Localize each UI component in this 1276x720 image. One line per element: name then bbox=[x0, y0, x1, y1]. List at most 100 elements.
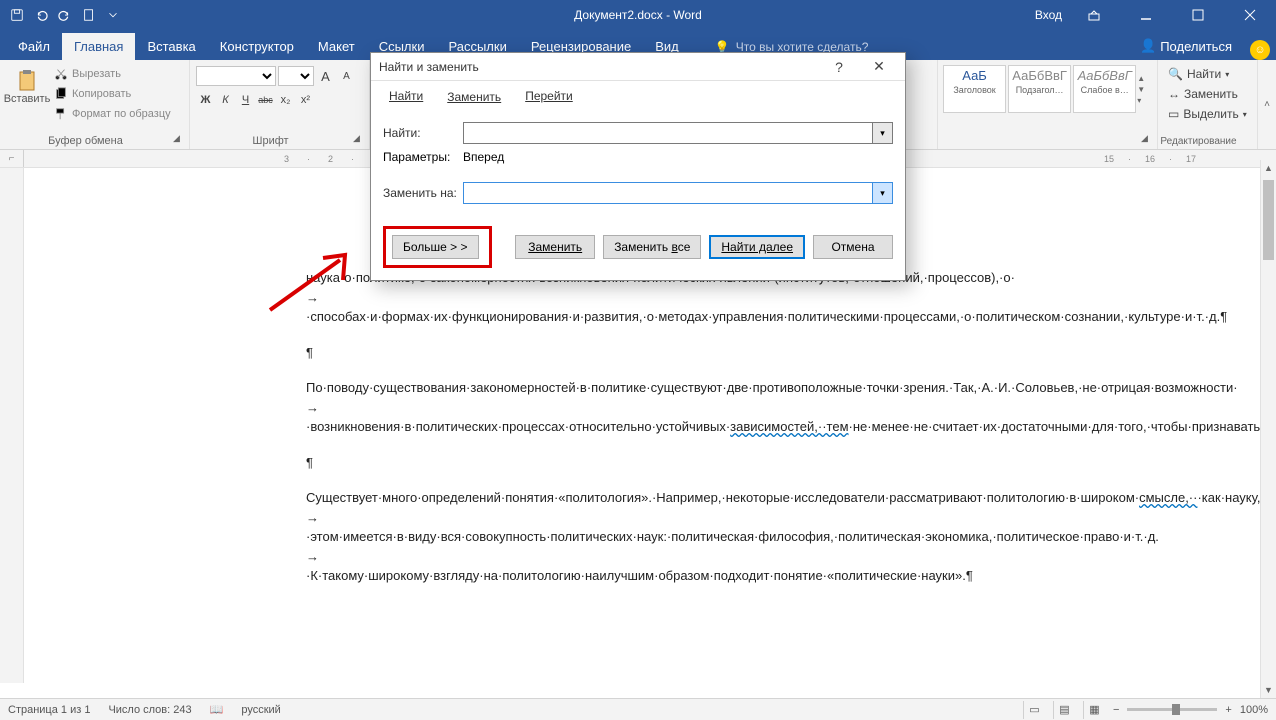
word-count[interactable]: Число слов: 243 bbox=[108, 704, 191, 716]
style-subtle[interactable]: АаБбВвГСлабое в… bbox=[1073, 65, 1136, 113]
replace-dropdown-icon[interactable]: ▾ bbox=[873, 182, 893, 204]
shrink-font-button[interactable]: A bbox=[337, 66, 356, 86]
find-icon: 🔍 bbox=[1168, 67, 1183, 81]
editing-group: 🔍Найти▾ ↔Заменить ▭Выделить▾ Редактирова… bbox=[1158, 60, 1258, 149]
subscript-button[interactable]: x₂ bbox=[276, 90, 295, 110]
signin-link[interactable]: Вход bbox=[1035, 8, 1062, 22]
quick-access-toolbar bbox=[0, 4, 130, 26]
paragraph: По·поводу·существования·закономерностей·… bbox=[306, 378, 954, 437]
statusbar: Страница 1 из 1 Число слов: 243 📖 русски… bbox=[0, 698, 1276, 720]
tab-insert[interactable]: Вставка bbox=[135, 33, 207, 60]
font-group: A A Ж К Ч abc x₂ x² Шрифт ◢ bbox=[190, 60, 370, 149]
select-button[interactable]: ▭Выделить▾ bbox=[1164, 104, 1251, 124]
minimize-icon[interactable] bbox=[1126, 0, 1166, 30]
replace-label: Заменить на: bbox=[383, 186, 463, 200]
more-button-highlight: Больше > > bbox=[383, 226, 492, 268]
style-subtitle[interactable]: АаБбВвГПодзагол… bbox=[1008, 65, 1071, 113]
superscript-button[interactable]: x² bbox=[296, 90, 315, 110]
styles-group-expand-icon[interactable]: ◢ bbox=[1141, 133, 1153, 145]
scroll-thumb[interactable] bbox=[1263, 180, 1274, 260]
tab-layout[interactable]: Макет bbox=[306, 33, 367, 60]
zoom-slider[interactable] bbox=[1127, 708, 1217, 711]
find-next-button[interactable]: Найти далее bbox=[709, 235, 805, 259]
paragraph: Существует·много·определений·понятия·«по… bbox=[306, 488, 954, 586]
styles-up-icon[interactable]: ▲ bbox=[1137, 74, 1153, 83]
bold-button[interactable]: Ж bbox=[196, 90, 215, 110]
dialog-tab-find[interactable]: Найти bbox=[379, 85, 433, 108]
replace-all-button[interactable]: Заменить все bbox=[603, 235, 701, 259]
dialog-close-icon[interactable]: ✕ bbox=[861, 54, 897, 80]
undo-icon[interactable] bbox=[30, 4, 52, 26]
redo-icon[interactable] bbox=[54, 4, 76, 26]
find-input[interactable] bbox=[463, 122, 873, 144]
dialog-titlebar[interactable]: Найти и заменить ? ✕ bbox=[371, 53, 905, 81]
ruler-corner: ⌐ bbox=[0, 150, 24, 168]
vertical-ruler[interactable] bbox=[0, 168, 24, 683]
dialog-title-text: Найти и заменить bbox=[379, 60, 479, 74]
share-icon: 👤 bbox=[1140, 38, 1156, 54]
zoom-out-icon[interactable]: − bbox=[1113, 704, 1119, 716]
replace-input[interactable] bbox=[463, 182, 873, 204]
styles-down-icon[interactable]: ▼ bbox=[1137, 85, 1153, 94]
feedback-smiley-icon[interactable]: ☺ bbox=[1250, 40, 1270, 60]
paragraph: ¶ bbox=[306, 453, 954, 473]
font-name-dropdown[interactable] bbox=[196, 66, 276, 86]
params-label: Параметры: bbox=[383, 150, 463, 164]
font-size-dropdown[interactable] bbox=[278, 66, 314, 86]
tab-design[interactable]: Конструктор bbox=[208, 33, 306, 60]
style-heading[interactable]: АаБЗаголовок bbox=[943, 65, 1006, 113]
more-button[interactable]: Больше > > bbox=[392, 235, 479, 259]
find-dropdown-icon[interactable]: ▾ bbox=[873, 122, 893, 144]
editing-group-label: Редактирование bbox=[1158, 136, 1239, 147]
paste-button[interactable]: Вставить bbox=[6, 64, 48, 145]
format-painter-button[interactable]: Формат по образцу bbox=[50, 106, 175, 122]
find-replace-dialog: Найти и заменить ? ✕ Найти Заменить Пере… bbox=[370, 52, 906, 281]
dialog-tab-goto[interactable]: Перейти bbox=[515, 85, 583, 108]
dialog-help-icon[interactable]: ? bbox=[821, 54, 857, 80]
scroll-up-icon[interactable]: ▲ bbox=[1261, 160, 1276, 176]
save-icon[interactable] bbox=[6, 4, 28, 26]
collapse-ribbon-icon[interactable]: ˄ bbox=[1258, 60, 1276, 149]
copy-button[interactable]: Копировать bbox=[50, 86, 175, 102]
cancel-button[interactable]: Отмена bbox=[813, 235, 893, 259]
params-value: Вперед bbox=[463, 150, 504, 164]
font-expand-icon[interactable]: ◢ bbox=[353, 133, 365, 145]
new-doc-icon[interactable] bbox=[78, 4, 100, 26]
zoom-in-icon[interactable]: + bbox=[1225, 704, 1231, 716]
find-button[interactable]: 🔍Найти▾ bbox=[1164, 64, 1251, 84]
replace-one-button[interactable]: Заменить bbox=[515, 235, 595, 259]
styles-group: АаБЗаголовок АаБбВвГПодзагол… АаБбВвГСла… bbox=[938, 60, 1158, 149]
select-icon: ▭ bbox=[1168, 107, 1179, 121]
maximize-icon[interactable] bbox=[1178, 0, 1218, 30]
replace-icon: ↔ bbox=[1168, 87, 1180, 101]
close-icon[interactable] bbox=[1230, 0, 1270, 30]
ribbon-options-icon[interactable] bbox=[1074, 0, 1114, 30]
clipboard-expand-icon[interactable]: ◢ bbox=[173, 133, 185, 145]
underline-button[interactable]: Ч bbox=[236, 90, 255, 110]
dialog-tab-replace[interactable]: Заменить bbox=[437, 86, 511, 109]
replace-button[interactable]: ↔Заменить bbox=[1164, 84, 1251, 104]
document-title: Документ2.docx - Word bbox=[574, 8, 702, 22]
qat-dropdown-icon[interactable] bbox=[102, 4, 124, 26]
zoom-level[interactable]: 100% bbox=[1240, 704, 1268, 716]
web-layout-icon[interactable]: ▦ bbox=[1083, 701, 1105, 719]
share-button[interactable]: 👤 Поделиться bbox=[1130, 32, 1242, 60]
language-indicator[interactable]: русский bbox=[241, 704, 280, 716]
clipboard-group-label: Буфер обмена bbox=[0, 135, 171, 147]
titlebar: Документ2.docx - Word Вход bbox=[0, 0, 1276, 30]
styles-expand-icon[interactable]: ▾ bbox=[1137, 96, 1153, 105]
scroll-down-icon[interactable]: ▼ bbox=[1261, 682, 1276, 698]
print-layout-icon[interactable]: ▤ bbox=[1053, 701, 1075, 719]
font-group-label: Шрифт bbox=[190, 135, 351, 147]
grow-font-button[interactable]: A bbox=[316, 66, 335, 86]
page-indicator[interactable]: Страница 1 из 1 bbox=[8, 704, 90, 716]
proofing-icon[interactable]: 📖 bbox=[210, 703, 224, 716]
read-mode-icon[interactable]: ▭ bbox=[1023, 701, 1045, 719]
clipboard-group: Вставить Вырезать Копировать Формат по о… bbox=[0, 60, 190, 149]
vertical-scrollbar[interactable]: ▲ ▼ bbox=[1260, 160, 1276, 698]
strike-button[interactable]: abc bbox=[256, 90, 275, 110]
tab-home[interactable]: Главная bbox=[62, 33, 135, 60]
tab-file[interactable]: Файл bbox=[6, 33, 62, 60]
cut-button[interactable]: Вырезать bbox=[50, 66, 175, 82]
italic-button[interactable]: К bbox=[216, 90, 235, 110]
